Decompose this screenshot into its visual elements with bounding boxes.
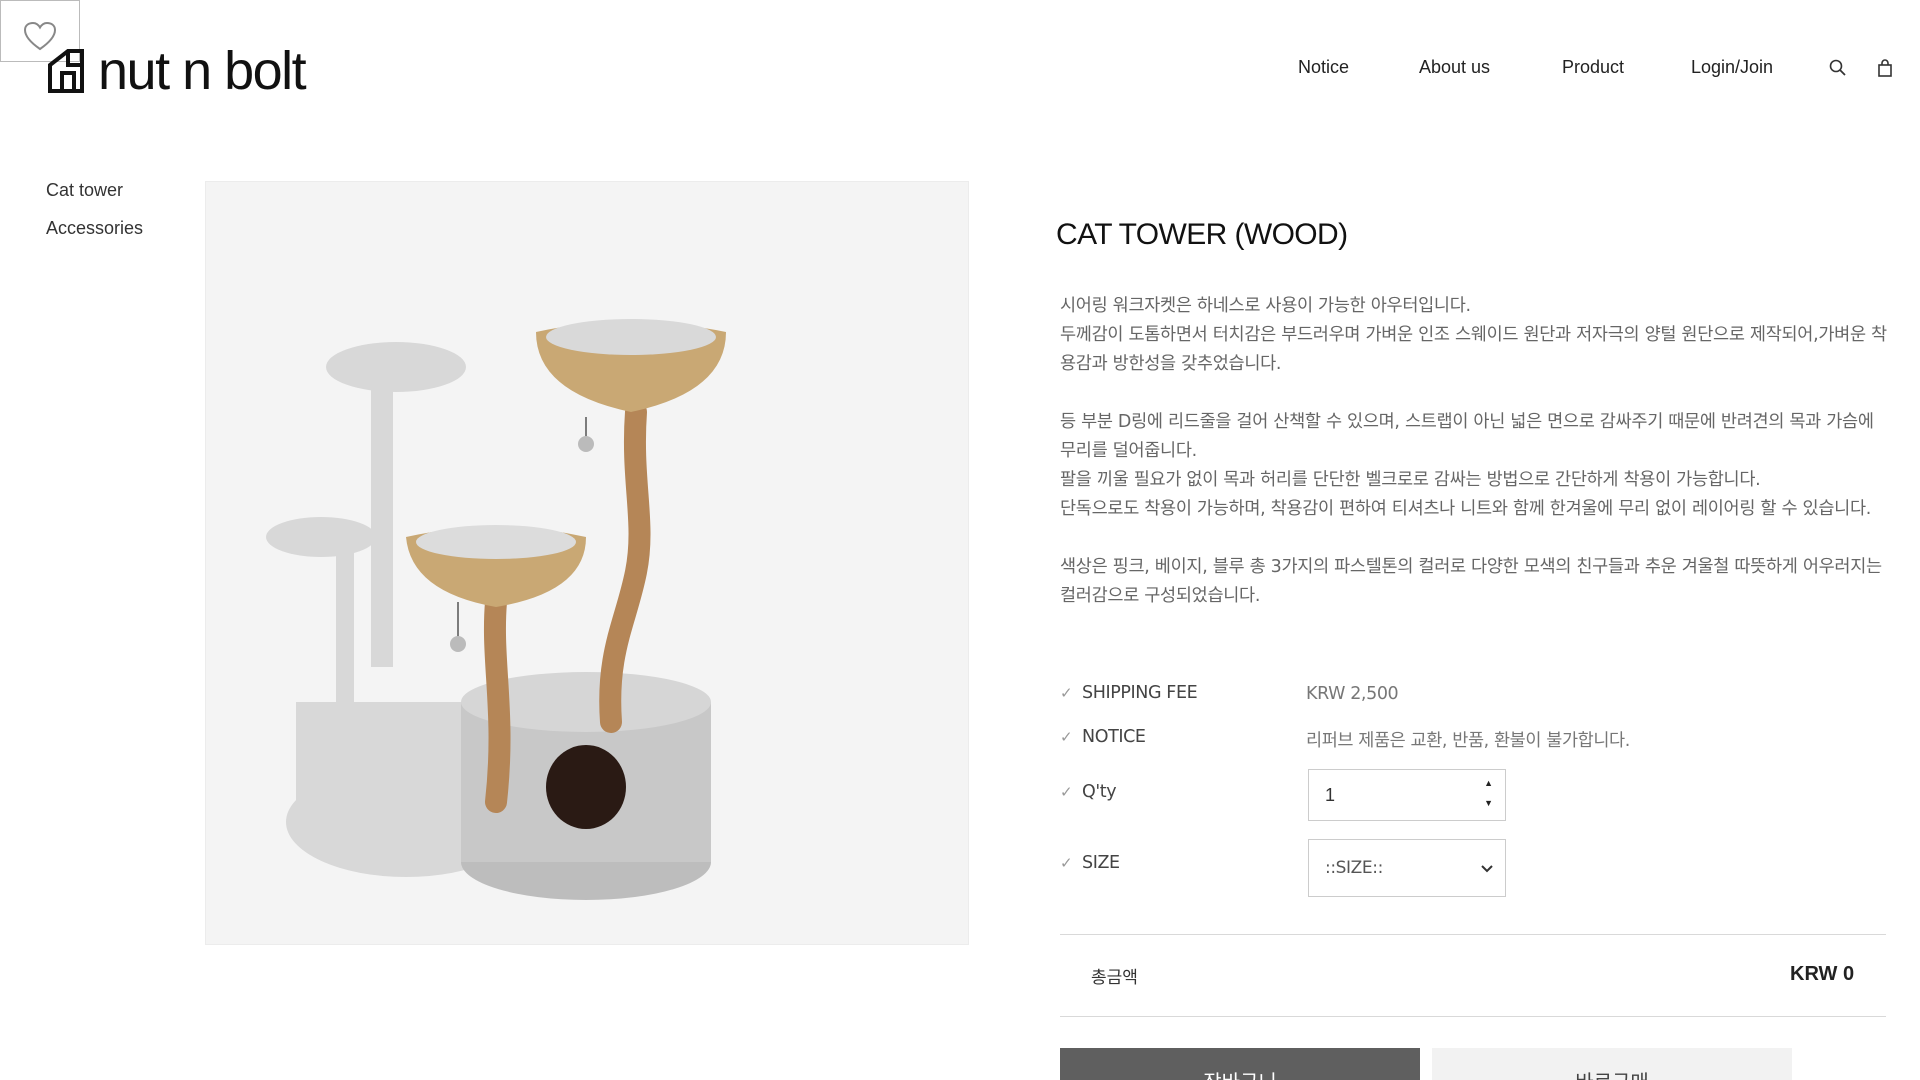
cat-tower-illustration (266, 319, 726, 900)
notice-label: NOTICE (1082, 727, 1146, 747)
description-line: 두께감이 도톰하면서 터치감은 부드러우며 가벼운 인조 스웨이드 원단과 저자… (1060, 325, 1887, 374)
notice-value: 리퍼브 제품은 교환, 반품, 환불이 불가합니다. (1306, 731, 1630, 751)
quantity-input[interactable] (1325, 784, 1465, 806)
description-line: 단독으로도 착용이 가능하며, 착용감이 편하여 티셔츠나 니트와 함께 한겨울… (1060, 499, 1872, 519)
qty-row: ✓ Q'ty (1060, 782, 1117, 802)
notice-row: ✓ NOTICE (1060, 727, 1146, 747)
spinner[interactable]: ▲ ▼ (1484, 778, 1493, 808)
product-image (205, 181, 969, 945)
shipping-value: KRW 2,500 (1306, 684, 1399, 704)
size-selected-value: ::SIZE:: (1325, 858, 1383, 878)
size-label: SIZE (1082, 853, 1120, 873)
check-icon: ✓ (1060, 784, 1073, 801)
sidebar-item-accessories[interactable]: Accessories (46, 218, 143, 239)
chevron-down-icon (1481, 865, 1493, 873)
description-line: 등 부분 D링에 리드줄을 걸어 산책할 수 있으며, 스트랩이 아닌 넓은 면… (1060, 412, 1874, 461)
nav-login-join[interactable]: Login/Join (1691, 57, 1773, 78)
divider (1060, 1016, 1886, 1017)
sidebar-item-cat-tower[interactable]: Cat tower (46, 180, 123, 201)
size-select[interactable]: ::SIZE:: (1308, 839, 1506, 897)
description-line: 색상은 핑크, 베이지, 블루 총 3가지의 파스텔톤의 컬러로 다양한 모색의… (1060, 557, 1882, 606)
total-value: KRW 0 (1790, 963, 1855, 985)
size-row: ✓ SIZE (1060, 853, 1120, 873)
description-line: 팔을 끼울 필요가 없이 목과 허리를 단단한 벨크로로 감싸는 방법으로 간단… (1060, 470, 1761, 490)
qty-label: Q'ty (1082, 782, 1117, 802)
check-icon: ✓ (1060, 685, 1073, 702)
nav-about-us[interactable]: About us (1419, 57, 1490, 78)
buy-now-button[interactable]: 바로구매 (1432, 1048, 1792, 1080)
shopping-bag-icon[interactable] (1876, 58, 1894, 78)
description-line: 시어링 워크자켓은 하네스로 사용이 가능한 아우터입니다. (1060, 296, 1471, 316)
product-description: 시어링 워크자켓은 하네스로 사용이 가능한 아우터입니다. 두께감이 도톰하면… (1060, 292, 1890, 611)
logo-text: nut n bolt (98, 41, 307, 101)
check-icon: ✓ (1060, 855, 1073, 872)
quantity-stepper[interactable]: ▲ ▼ (1308, 769, 1506, 821)
house-logo-icon (48, 49, 84, 93)
add-to-cart-button[interactable]: 장바구니 (1060, 1048, 1420, 1080)
product-title: CAT TOWER (WOOD) (1056, 218, 1348, 251)
search-icon[interactable] (1828, 58, 1848, 78)
divider (1060, 934, 1886, 935)
check-icon: ✓ (1060, 729, 1073, 746)
nav-notice[interactable]: Notice (1298, 57, 1349, 78)
nav-product[interactable]: Product (1562, 57, 1624, 78)
logo[interactable]: nut n bolt (46, 41, 307, 101)
shipping-label: SHIPPING FEE (1082, 683, 1198, 703)
total-label: 총금액 (1091, 968, 1138, 988)
increment-icon[interactable]: ▲ (1484, 778, 1493, 788)
shipping-row: ✓ SHIPPING FEE (1060, 683, 1198, 703)
decrement-icon[interactable]: ▼ (1484, 798, 1493, 808)
